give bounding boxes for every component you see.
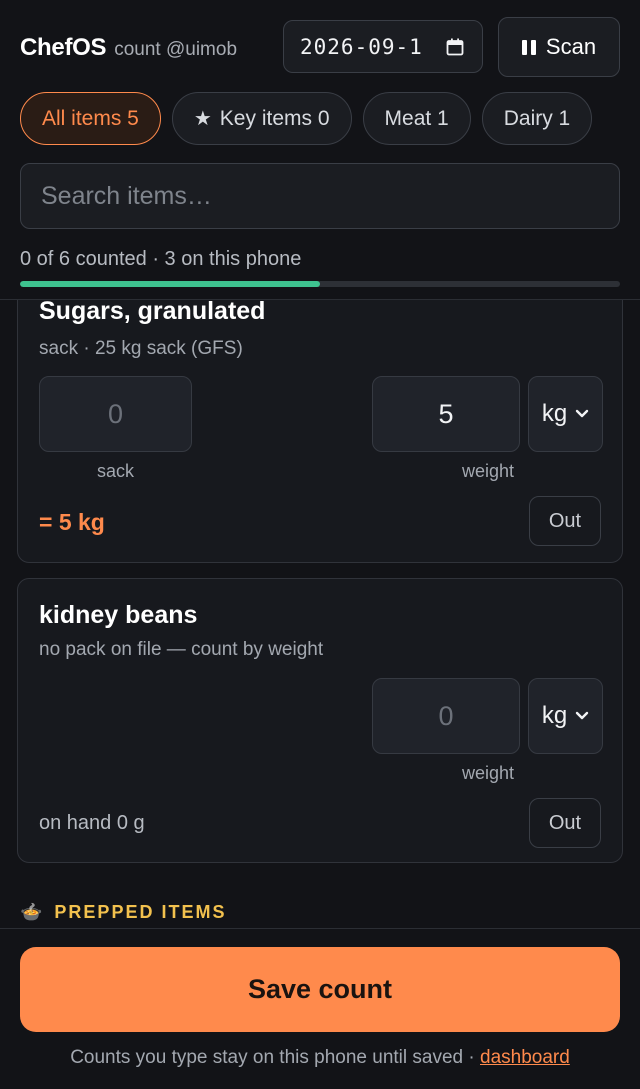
header: ChefOS count @uimob 2026-09-1 Scan All i… [0,0,640,300]
scan-label: Scan [545,34,597,59]
section-title: PREPPED ITEMS [54,902,227,922]
item-pack: no pack on file — count by weight [39,639,324,660]
pack-count-input[interactable]: 0 [39,376,192,452]
unit-select[interactable]: kg [528,376,603,452]
chip-all-items[interactable]: All items 5 [20,92,161,145]
bowl-icon: 🍲 [20,902,43,922]
chip-key-items[interactable]: ★ Key items 0 [171,92,352,145]
chip-dairy[interactable]: Dairy 1 [481,92,593,145]
weight-label: weight [461,461,515,481]
progress-text: 0 of 6 counted · 3 on this phone [20,248,302,270]
save-count-button[interactable]: Save count [20,947,620,1032]
weight-input[interactable]: 5 [372,376,520,452]
weight-label: weight [461,763,515,783]
date-input[interactable]: 2026-09-1 [283,20,483,73]
date-value: 2026-09-1 [300,34,423,59]
brand: ChefOS count @uimob [20,34,237,62]
unit-value: kg [541,400,568,427]
section-header: 🍲 PREPPED ITEMS [20,902,226,923]
out-button[interactable]: Out [529,798,601,848]
chevron-down-icon [575,711,589,720]
pack-count-label: sack [96,461,134,481]
unit-select[interactable]: kg [528,678,603,754]
search-input[interactable] [20,163,620,229]
progress-fill [20,281,320,287]
unit-value: kg [541,702,568,729]
item-pack: sack · 25 kg sack (GFS) [39,338,243,359]
chip-label: All items 5 [42,106,139,130]
brand-name: ChefOS [20,34,107,61]
chip-label: Meat 1 [384,106,449,130]
footer: Save count Counts you type stay on this … [0,928,640,1089]
footer-note-text: Counts you type stay on this phone until… [70,1047,480,1068]
item-card: kidney beans no pack on file — count by … [17,578,623,863]
count-screen: ChefOS count @uimob 2026-09-1 Scan All i… [0,0,640,1089]
brand-subtitle: count @uimob [114,39,238,60]
out-button[interactable]: Out [529,496,601,546]
weight-input[interactable]: 0 [372,678,520,754]
footer-note: Counts you type stay on this phone until… [0,1047,640,1069]
dashboard-link[interactable]: dashboard [480,1047,570,1068]
barcode-icon [521,39,536,55]
scan-button[interactable]: Scan [498,17,620,77]
chip-meat[interactable]: Meat 1 [362,92,471,145]
progress-bar [20,281,620,287]
chevron-down-icon [575,409,589,418]
star-icon: ★ [193,108,212,130]
item-card: Sugars, granulated sack · 25 kg sack (GF… [17,300,623,563]
item-name: Sugars, granulated [39,300,266,325]
chip-label: Key items 0 [219,106,330,130]
filter-chips: All items 5 ★ Key items 0 Meat 1 Dairy 1 [20,92,640,146]
item-name: kidney beans [39,601,198,629]
item-list[interactable]: Sugars, granulated sack · 25 kg sack (GF… [0,300,640,928]
calendar-icon[interactable] [446,38,464,56]
item-total: = 5 kg [39,509,105,535]
chip-label: Dairy 1 [503,106,571,130]
on-hand-text: on hand 0 g [39,812,145,834]
